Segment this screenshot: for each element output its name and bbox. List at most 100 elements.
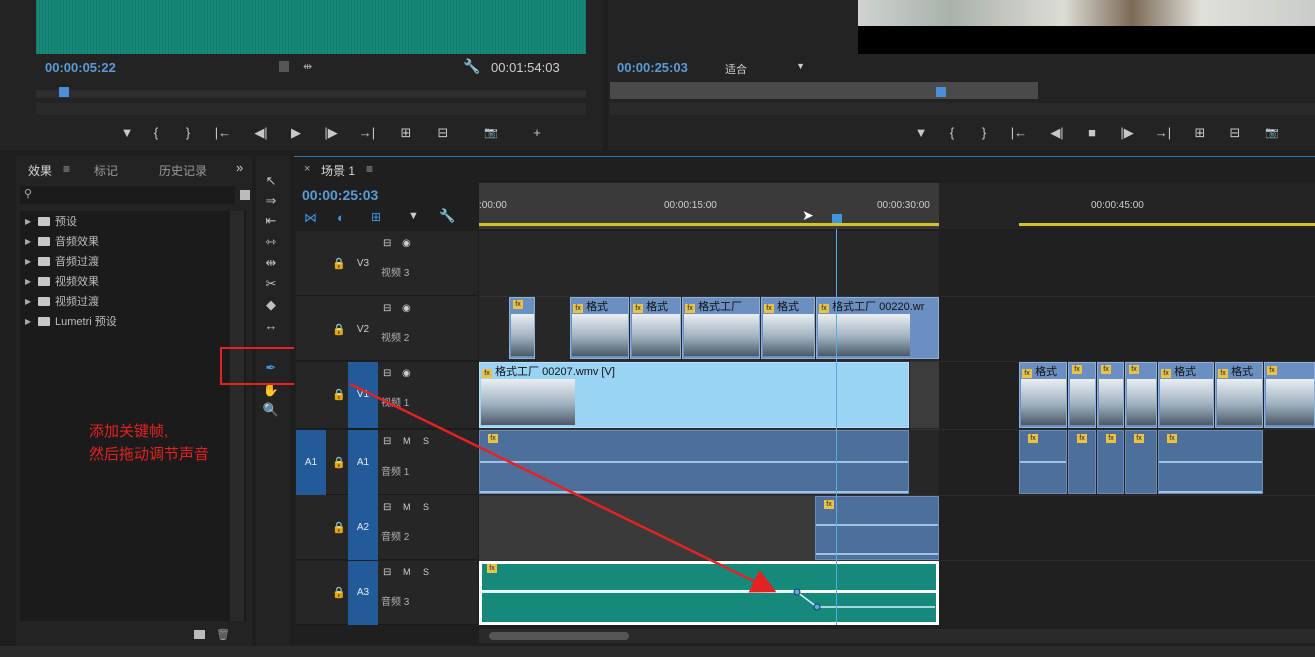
trash-icon[interactable]: 🗑 xyxy=(216,628,230,641)
drag-audio-icon[interactable]: ⇹ xyxy=(303,60,312,73)
clip-a2[interactable]: fx xyxy=(815,496,939,560)
fit-dropdown[interactable]: 适合 ▼ xyxy=(725,61,805,76)
clip-v1-r6[interactable]: fx 格式 xyxy=(1215,362,1263,428)
lock-icon[interactable]: 🔒 xyxy=(332,323,346,336)
snap-icon[interactable]: ⋈ xyxy=(304,210,317,226)
export-frame-button[interactable]: 📷 xyxy=(460,125,522,141)
lock-icon[interactable]: 🔒 xyxy=(332,257,346,270)
clip-a1-r5[interactable]: fx xyxy=(1158,430,1263,494)
add-marker-icon[interactable]: ▼ xyxy=(408,210,419,222)
insert-button[interactable]: ⊞ xyxy=(386,125,426,141)
slide-tool-icon[interactable]: ↔ xyxy=(262,317,280,335)
insert-sequence-icon[interactable]: ⊞ xyxy=(371,210,381,224)
playhead-line[interactable] xyxy=(836,229,837,625)
source-timecode[interactable]: 00:00:05:22 xyxy=(45,60,116,75)
linked-selection-icon[interactable]: ◐ xyxy=(337,210,345,225)
sequence-tab-close[interactable]: × xyxy=(304,163,310,175)
clip-a1-r2[interactable]: fx xyxy=(1068,430,1096,494)
mark-out-button[interactable]: } xyxy=(174,125,202,141)
source-patch-a1[interactable]: A1 xyxy=(296,430,326,495)
clip-a1-r4[interactable]: fx xyxy=(1125,430,1157,494)
go-to-out-button[interactable]: →| xyxy=(348,125,386,141)
step-back-button[interactable]: ◀| xyxy=(1040,125,1074,141)
tree-item-video-effects[interactable]: ▶ 视频效果 xyxy=(25,272,99,290)
clip-v2-5[interactable]: fx 格式 xyxy=(761,297,815,359)
toggle-sync-icon[interactable]: ⊟ xyxy=(383,238,391,249)
eye-icon[interactable]: ◉ xyxy=(402,238,411,249)
step-forward-button[interactable]: |▶ xyxy=(1110,125,1144,141)
sequence-tab[interactable]: 场景 1 xyxy=(321,162,355,179)
add-button[interactable]: + xyxy=(522,125,552,141)
mark-in-button[interactable]: { xyxy=(934,125,970,141)
sequence-tab-menu[interactable]: ≡ xyxy=(366,162,373,176)
new-folder-icon[interactable] xyxy=(194,630,205,639)
overwrite-button[interactable]: ⊟ xyxy=(426,125,460,141)
rolling-edit-tool-icon[interactable]: ⇿ xyxy=(262,233,280,251)
go-to-out-button[interactable]: →| xyxy=(1144,125,1182,141)
go-to-in-button[interactable]: |← xyxy=(998,125,1040,141)
tree-item-video-transitions[interactable]: ▶ 视频过渡 xyxy=(25,292,99,310)
program-timecode[interactable]: 00:00:25:03 xyxy=(617,60,688,75)
step-back-button[interactable]: ◀| xyxy=(244,125,278,141)
clip-v1-r1[interactable]: fx 格式 xyxy=(1019,362,1067,428)
add-marker-button[interactable]: ▼ xyxy=(908,125,934,141)
timeline-hscrollbar[interactable] xyxy=(479,629,1315,643)
clip-v2-1[interactable]: fx xyxy=(509,297,535,359)
tree-item-audio-effects[interactable]: ▶ 音频效果 xyxy=(25,232,99,250)
effects-search-input[interactable]: ⚲ xyxy=(20,186,235,204)
razor-tool-icon[interactable]: ✂ xyxy=(262,275,280,293)
clip-v1-r2[interactable]: fx xyxy=(1068,362,1096,428)
toggle-sync-icon[interactable]: ⊟ xyxy=(383,303,391,314)
eye-icon[interactable]: ◉ xyxy=(402,303,411,314)
source-playhead[interactable] xyxy=(59,87,69,97)
track-select-tool-icon[interactable]: ⇒ xyxy=(262,192,280,210)
program-playhead[interactable] xyxy=(936,87,946,97)
clip-v2-6[interactable]: fx 格式工厂 00220.wr xyxy=(816,297,939,359)
tab-history[interactable]: 历史记录 xyxy=(159,162,207,179)
clip-a1-r3[interactable]: fx xyxy=(1097,430,1124,494)
effects-scrollbar[interactable] xyxy=(230,211,244,621)
tree-item-audio-transitions[interactable]: ▶ 音频过渡 xyxy=(25,252,99,270)
ripple-edit-tool-icon[interactable]: ⇤ xyxy=(262,212,280,230)
clip-v2-4[interactable]: fx 格式工厂 xyxy=(682,297,760,359)
playhead-handle[interactable] xyxy=(832,214,842,223)
more-panels-icon[interactable]: » xyxy=(236,160,243,175)
tab-menu-icon[interactable]: ≡ xyxy=(63,162,70,176)
mark-out-button[interactable]: } xyxy=(970,125,998,141)
play-button[interactable]: ▶ xyxy=(278,125,314,141)
timeline-settings-icon[interactable]: 🔧 xyxy=(439,208,455,224)
sequence-timecode[interactable]: 00:00:25:03 xyxy=(302,187,378,203)
clip-a1-r1[interactable]: fx xyxy=(1019,430,1067,494)
step-forward-button[interactable]: |▶ xyxy=(314,125,348,141)
clip-v2-2[interactable]: fx 格式 xyxy=(570,297,629,359)
work-area-bar[interactable] xyxy=(479,223,939,226)
stop-button[interactable]: ■ xyxy=(1074,125,1110,141)
work-area-bar-right[interactable] xyxy=(1019,223,1315,226)
time-ruler[interactable]: :00:00 00:00:15:00 00:00:30:00 00:00:45:… xyxy=(479,183,1315,229)
clip-v1-r7[interactable]: fx xyxy=(1264,362,1315,428)
tab-effects[interactable]: 效果 xyxy=(28,162,52,179)
track-id-v2[interactable]: V2 xyxy=(348,324,378,335)
tab-markers[interactable]: 标记 xyxy=(94,162,118,179)
clip-v1-r3[interactable]: fx xyxy=(1097,362,1124,428)
program-scrubber[interactable] xyxy=(610,82,1038,99)
rate-stretch-tool-icon[interactable]: ⇹ xyxy=(262,254,280,272)
film-icon[interactable] xyxy=(279,61,289,72)
clip-v2-3[interactable]: fx 格式 xyxy=(630,297,681,359)
tree-item-lumetri-presets[interactable]: ▶ Lumetri 预设 xyxy=(25,312,117,330)
source-scrubber[interactable] xyxy=(36,90,586,98)
clip-v1-r4[interactable]: fx xyxy=(1125,362,1157,428)
go-to-in-button[interactable]: |← xyxy=(202,125,244,141)
clip-v1-r5[interactable]: fx 格式 xyxy=(1158,362,1214,428)
wrench-icon[interactable]: 🔧 xyxy=(463,58,480,75)
track-id-v3[interactable]: V3 xyxy=(348,258,378,269)
zoom-tool-icon[interactable]: 🔍 xyxy=(262,401,280,419)
lift-button[interactable]: ⊞ xyxy=(1182,125,1218,141)
add-marker-button[interactable]: ▼ xyxy=(116,125,138,141)
slip-tool-icon[interactable]: ◆ xyxy=(262,296,280,314)
export-frame-button[interactable]: 📷 xyxy=(1252,125,1292,141)
new-bin-icon[interactable] xyxy=(240,190,250,200)
tree-item-presets[interactable]: ▶ 预设 xyxy=(25,212,77,230)
selection-tool-icon[interactable]: ↖ xyxy=(262,172,280,190)
mark-in-button[interactable]: { xyxy=(138,125,174,141)
